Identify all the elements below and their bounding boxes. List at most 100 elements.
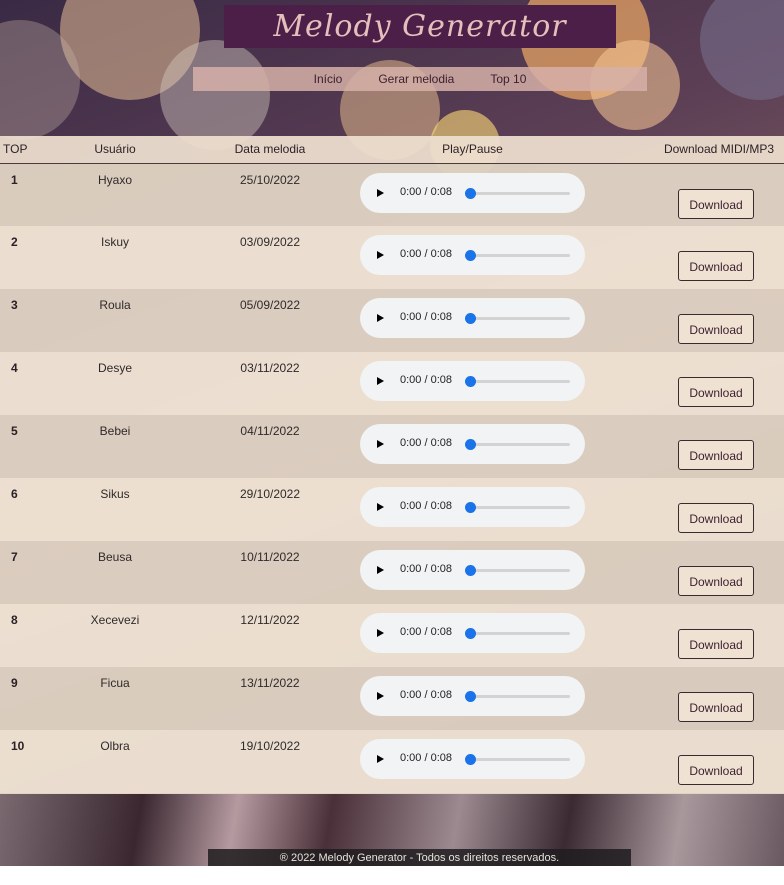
- download-button[interactable]: Download: [678, 692, 754, 722]
- rank-cell: 9: [11, 676, 18, 690]
- download-button[interactable]: Download: [678, 377, 754, 407]
- play-icon[interactable]: [377, 629, 384, 637]
- audio-seek-slider[interactable]: [465, 754, 570, 765]
- player-cell: 0:00 / 0:08: [350, 667, 595, 730]
- audio-time: 0:00 / 0:08: [400, 437, 452, 449]
- table-row: 5 Bebei 04/11/2022 0:00 / 0:08 Download: [0, 415, 784, 478]
- audio-time: 0:00 / 0:08: [400, 689, 452, 701]
- download-cell: Download: [595, 289, 784, 352]
- user-cell: Sikus: [100, 487, 130, 501]
- play-icon[interactable]: [377, 377, 384, 385]
- seek-thumb[interactable]: [465, 565, 476, 576]
- header-top: TOP: [3, 142, 28, 157]
- download-cell: Download: [595, 730, 784, 793]
- audio-seek-slider[interactable]: [465, 187, 570, 199]
- seek-thumb[interactable]: [465, 754, 476, 765]
- table-row: 4 Desye 03/11/2022 0:00 / 0:08 Download: [0, 352, 784, 415]
- date-cell: 13/11/2022: [240, 676, 300, 690]
- header-user: Usuário: [94, 142, 136, 157]
- download-cell: Download: [595, 352, 784, 415]
- player-cell: 0:00 / 0:08: [350, 352, 595, 415]
- audio-time: 0:00 / 0:08: [400, 311, 452, 323]
- site-title: Melody Generator: [273, 9, 567, 44]
- user-cell: Xecevezi: [90, 613, 140, 627]
- date-cell: 29/10/2022: [239, 487, 301, 501]
- seek-thumb[interactable]: [465, 250, 476, 261]
- download-button[interactable]: Download: [678, 440, 754, 470]
- download-button[interactable]: Download: [678, 251, 754, 281]
- play-icon[interactable]: [377, 566, 384, 574]
- audio-time: 0:00 / 0:08: [400, 752, 452, 764]
- audio-player: 0:00 / 0:08: [360, 172, 585, 213]
- nav-link-inicio[interactable]: Início: [314, 72, 343, 86]
- play-icon[interactable]: [377, 251, 384, 259]
- date-cell: 04/11/2022: [240, 424, 300, 438]
- nav-link-top-10[interactable]: Top 10: [490, 72, 526, 86]
- header-date: Data melodia: [234, 142, 306, 157]
- player-cell: 0:00 / 0:08: [350, 541, 595, 604]
- bokeh-light: [700, 0, 784, 100]
- audio-seek-slider[interactable]: [465, 691, 570, 702]
- seek-thumb[interactable]: [465, 376, 476, 387]
- nav-link-gerar-melodia[interactable]: Gerar melodia: [378, 72, 454, 86]
- table-row: 6 Sikus 29/10/2022 0:00 / 0:08 Download: [0, 478, 784, 541]
- audio-time: 0:00 / 0:08: [400, 626, 452, 638]
- download-button[interactable]: Download: [678, 629, 754, 659]
- player-cell: 0:00 / 0:08: [350, 415, 595, 478]
- user-cell: Iskuy: [100, 235, 129, 249]
- audio-seek-slider[interactable]: [465, 376, 570, 387]
- rank-cell: 2: [11, 235, 18, 249]
- audio-seek-slider[interactable]: [465, 250, 570, 261]
- audio-player: 0:00 / 0:08: [360, 676, 585, 716]
- play-icon[interactable]: [377, 755, 384, 763]
- play-icon[interactable]: [377, 440, 384, 448]
- play-icon[interactable]: [377, 503, 384, 511]
- audio-seek-slider[interactable]: [465, 502, 570, 513]
- play-icon[interactable]: [377, 314, 384, 322]
- table-header-row: TOP Usuário Data melodia Play/Pause Down…: [0, 136, 784, 163]
- audio-seek-slider[interactable]: [465, 628, 570, 639]
- player-cell: 0:00 / 0:08: [350, 478, 595, 541]
- site-title-banner: Melody Generator: [224, 5, 616, 48]
- audio-player: 0:00 / 0:08: [360, 739, 585, 779]
- audio-player: 0:00 / 0:08: [360, 550, 585, 590]
- download-button[interactable]: Download: [678, 755, 754, 785]
- audio-player: 0:00 / 0:08: [360, 613, 585, 653]
- download-cell: Download: [595, 415, 784, 478]
- rank-cell: 7: [11, 550, 18, 564]
- download-cell: Download: [595, 604, 784, 667]
- play-icon[interactable]: [377, 692, 384, 700]
- play-icon[interactable]: [377, 188, 384, 197]
- user-cell: Ficua: [100, 676, 130, 690]
- seek-thumb[interactable]: [465, 502, 476, 513]
- download-button[interactable]: Download: [678, 566, 754, 596]
- table-row: 9 Ficua 13/11/2022 0:00 / 0:08 Download: [0, 667, 784, 730]
- seek-thumb[interactable]: [465, 691, 476, 702]
- rank-cell: 8: [11, 613, 18, 627]
- header-download: Download MIDI/MP3: [663, 142, 774, 157]
- seek-thumb[interactable]: [465, 628, 476, 639]
- audio-seek-slider[interactable]: [465, 439, 570, 450]
- audio-time: 0:00 / 0:08: [400, 374, 452, 386]
- audio-seek-slider[interactable]: [465, 565, 570, 576]
- seek-thumb[interactable]: [465, 187, 476, 199]
- download-button[interactable]: Download: [678, 188, 754, 219]
- date-cell: 12/11/2022: [240, 613, 300, 627]
- ranking-table-container: TOP Usuário Data melodia Play/Pause Down…: [0, 136, 784, 794]
- download-button[interactable]: Download: [678, 503, 754, 533]
- date-cell: 10/11/2022: [240, 550, 300, 564]
- table-row: 8 Xecevezi 12/11/2022 0:00 / 0:08 Downlo…: [0, 604, 784, 667]
- audio-player: 0:00 / 0:08: [360, 298, 585, 338]
- user-cell: Hyaxo: [97, 172, 132, 187]
- audio-player: 0:00 / 0:08: [360, 361, 585, 401]
- date-cell: 19/10/2022: [239, 739, 301, 753]
- seek-thumb[interactable]: [465, 439, 476, 450]
- rank-cell: 5: [11, 424, 18, 438]
- audio-seek-slider[interactable]: [465, 313, 570, 324]
- download-cell: Download: [595, 541, 784, 604]
- download-button[interactable]: Download: [678, 314, 754, 344]
- table-row: 7 Beusa 10/11/2022 0:00 / 0:08 Download: [0, 541, 784, 604]
- player-cell: 0:00 / 0:08: [350, 730, 595, 793]
- seek-thumb[interactable]: [465, 313, 476, 324]
- download-cell: Download: [595, 226, 784, 289]
